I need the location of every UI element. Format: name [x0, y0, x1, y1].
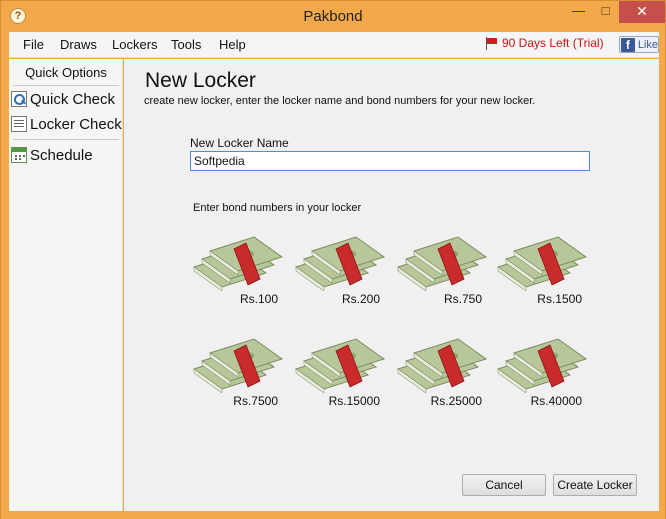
facebook-icon: f — [621, 37, 635, 52]
cancel-button[interactable]: Cancel — [462, 474, 546, 496]
locker-name-label: New Locker Name — [190, 136, 289, 150]
bond-price-label: Rs.100 — [239, 292, 278, 306]
menu-tools[interactable]: Tools — [171, 37, 201, 52]
sidebar-item-locker-check[interactable]: Locker Check — [11, 113, 122, 135]
page-title: New Locker — [145, 69, 256, 92]
bond-tile[interactable]: Rs.200 — [290, 229, 390, 311]
quick-options-header: Quick Options — [25, 65, 107, 80]
bond-tile[interactable]: Rs.15000 — [290, 331, 390, 413]
bond-tile[interactable]: Rs.100 — [188, 229, 288, 311]
window-bottom-border — [1, 511, 665, 519]
bond-price-label: Rs.40000 — [530, 394, 582, 408]
trial-status[interactable]: 90 Days Left (Trial) — [485, 36, 604, 50]
bond-tile[interactable]: Rs.7500 — [188, 331, 288, 413]
minimize-button[interactable]: — — [565, 1, 592, 23]
sidebar: Quick Options Quick Check Locker Check S… — [9, 59, 123, 511]
sidebar-item-schedule[interactable]: Schedule — [11, 144, 93, 166]
sidebar-item-quick-check[interactable]: Quick Check — [11, 88, 115, 110]
facebook-like-button[interactable]: f Like — [619, 36, 659, 53]
main-content: New Locker create new locker, enter the … — [124, 59, 659, 511]
flag-icon — [485, 36, 499, 50]
money-bundle-icon — [496, 338, 588, 393]
like-label: Like — [637, 38, 658, 51]
bond-price-label: Rs.25000 — [430, 394, 482, 408]
money-bundle-icon — [294, 338, 386, 393]
money-bundle-icon — [396, 338, 488, 393]
menu-bar: File Draws Lockers Tools Help 90 Days Le… — [9, 32, 659, 58]
menu-help[interactable]: Help — [219, 37, 246, 52]
bond-tile[interactable]: Rs.40000 — [492, 331, 592, 413]
app-window: ? Pakbond — □ ✕ File Draws Lockers Tools… — [0, 0, 666, 519]
page-subtitle: create new locker, enter the locker name… — [144, 95, 536, 107]
magnifier-icon — [11, 91, 27, 107]
bond-tile[interactable]: Rs.1500 — [492, 229, 592, 311]
bond-numbers-label: Enter bond numbers in your locker — [193, 202, 362, 214]
sidebar-item-label: Quick Check — [30, 90, 116, 108]
sidebar-item-label: Schedule — [30, 146, 93, 164]
sidebar-item-label: Locker Check — [30, 115, 122, 133]
bond-price-label: Rs.200 — [341, 292, 380, 306]
close-button[interactable]: ✕ — [619, 1, 665, 23]
bond-tile[interactable]: Rs.750 — [392, 229, 492, 311]
money-bundle-icon — [192, 236, 284, 291]
locker-name-input[interactable] — [190, 151, 590, 171]
money-bundle-icon — [496, 236, 588, 291]
menu-draws[interactable]: Draws — [60, 37, 97, 52]
bond-price-label: Rs.15000 — [328, 394, 380, 408]
list-check-icon — [11, 116, 27, 132]
title-bar[interactable]: ? Pakbond — □ ✕ — [1, 1, 665, 32]
menu-file[interactable]: File — [23, 37, 44, 52]
sidebar-divider — [13, 85, 119, 86]
money-bundle-icon — [192, 338, 284, 393]
money-bundle-icon — [396, 236, 488, 291]
menu-lockers[interactable]: Lockers — [112, 37, 158, 52]
bond-price-label: Rs.1500 — [537, 292, 582, 306]
maximize-button[interactable]: □ — [592, 1, 619, 23]
money-bundle-icon — [294, 236, 386, 291]
create-locker-button[interactable]: Create Locker — [553, 474, 637, 496]
trial-text: 90 Days Left (Trial) — [502, 36, 604, 50]
bond-price-label: Rs.7500 — [233, 394, 278, 408]
calendar-icon — [11, 147, 27, 163]
sidebar-divider — [13, 139, 119, 140]
bond-price-label: Rs.750 — [443, 292, 482, 306]
bond-tile[interactable]: Rs.25000 — [392, 331, 492, 413]
